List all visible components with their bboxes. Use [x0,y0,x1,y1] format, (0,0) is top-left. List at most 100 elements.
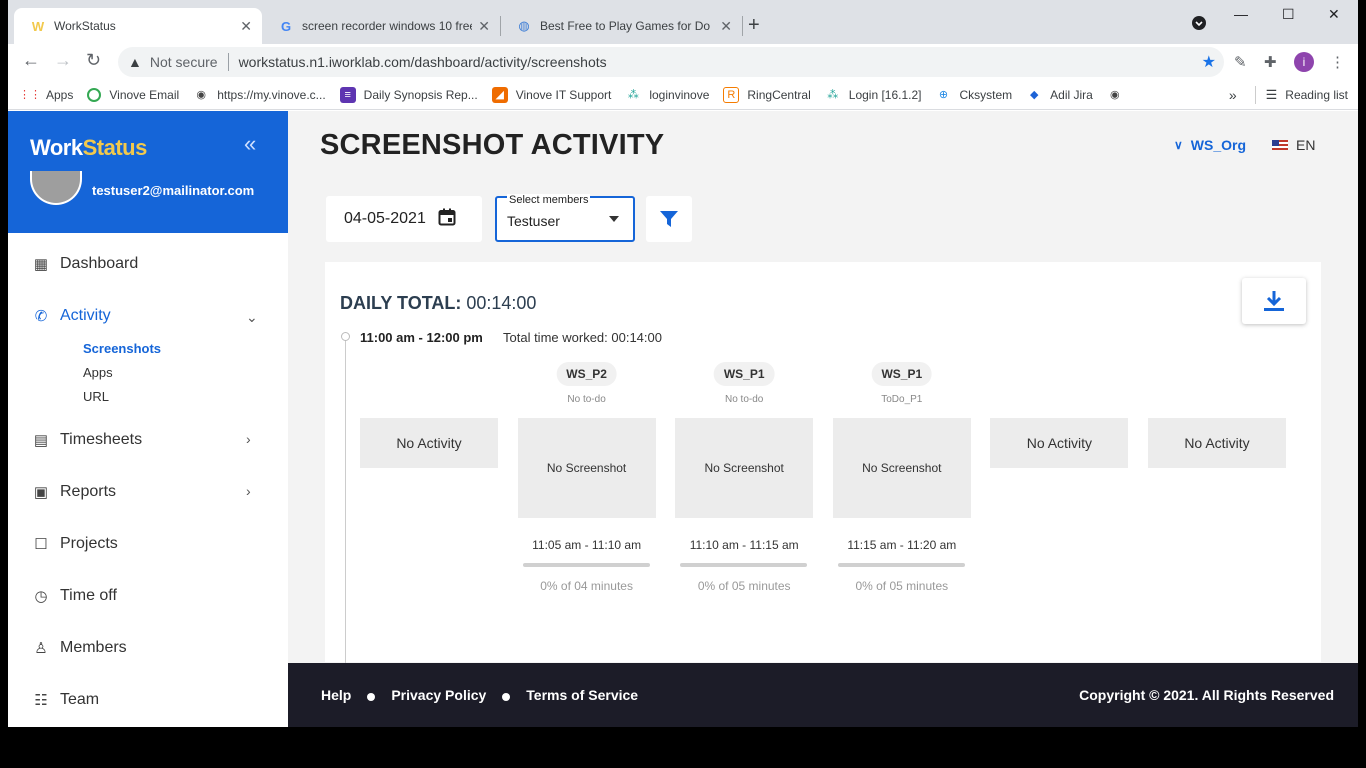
bookmarks-right: » ☰ Reading list [1229,85,1348,104]
bookmark-star-icon[interactable]: ★ [1202,52,1216,72]
bookmark-adil-jira[interactable]: ◆ Adil Jira [1026,87,1093,103]
date-picker[interactable]: 04-05-2021 [326,196,482,242]
sidebar-item-members[interactable]: ♙ Members [32,639,126,657]
members-select[interactable]: Select members Testuser [495,194,635,242]
warning-icon[interactable]: ▲ [128,54,142,70]
browser-toolbar: ← → ↻ ▲ Not secure workstatus.n1.iworkla… [8,44,1358,80]
forward-icon[interactable]: → [54,50,72,71]
menu-icon[interactable]: ⋮ [1330,53,1345,71]
collapse-sidebar-icon[interactable]: « [244,131,256,157]
sidebar-item-time-off[interactable]: ◷ Time off [32,587,116,605]
calendar-icon[interactable] [438,208,456,231]
activity-percent: 0% of 05 minutes [855,579,949,593]
todo-label: No to-do [725,394,764,405]
sidebar-item-label: Timesheets [60,431,143,448]
chevron-down-icon[interactable]: ⌄ [246,309,258,326]
address-bar[interactable]: ▲ Not secure workstatus.n1.iworklab.com/… [118,47,1224,77]
daily-total: DAILY TOTAL: 00:14:00 [340,293,536,314]
org-selector[interactable]: ∨ WS_Org [1174,137,1246,153]
bookmark-label: Cksystem [959,87,1013,102]
logo-status: Status [82,135,148,160]
project-chip: WS_P2 [556,362,617,386]
tab-label: WorkStatus [54,19,116,33]
download-button[interactable] [1242,278,1306,324]
bookmark-label: Adil Jira [1050,87,1093,102]
tab-workstatus[interactable]: W WorkStatus ✕ [14,8,262,44]
filter-button[interactable] [646,196,692,242]
bookmark-my-vinove[interactable]: ◉ https://my.vinove.c... [193,87,325,103]
sidebar-item-dashboard[interactable]: ▦ Dashboard [32,255,138,273]
close-tab-icon[interactable]: ✕ [478,18,490,35]
sidebar-item-reports[interactable]: ▣ Reports [32,483,116,501]
avatar[interactable] [30,171,82,205]
login-icon: ⁂ [827,89,839,101]
workstatus-logo[interactable]: WorkStatus [30,135,147,161]
sidebar-subitem-url[interactable]: URL [83,389,109,404]
jira-icon: ◆ [1029,89,1039,101]
footer-help-link[interactable]: Help [321,687,351,703]
bookmark-vinove-email[interactable]: Vinove Email [87,87,179,102]
activity-progress-bar [837,563,965,567]
sidebar-subitem-apps[interactable]: Apps [83,365,113,380]
bookmark-apps[interactable]: ⋮⋮ Apps [19,87,74,103]
maximize-icon[interactable]: ☐ [1282,6,1295,23]
bookmark-cksystem[interactable]: ⊕ Cksystem [936,87,1013,103]
sidebar-item-team[interactable]: ☷ Team [32,691,99,709]
chevron-right-icon[interactable]: › [246,483,251,499]
us-flag-icon [1272,140,1288,150]
tab-search-icon[interactable] [1192,16,1206,33]
login-icon: ⁂ [627,89,639,101]
profile-avatar[interactable]: i [1294,52,1314,72]
bookmark-it-support[interactable]: ◢ Vinove IT Support [491,86,611,103]
screen: W WorkStatus ✕ G screen recorder windows… [0,0,1366,768]
minimize-icon[interactable]: — [1234,6,1248,22]
activity-percent: 0% of 04 minutes [540,579,633,593]
project-chip: WS_P1 [871,362,933,386]
email-icon [87,87,102,102]
bookmark-loginvinove[interactable]: ⁂ loginvinove [625,87,710,103]
new-tab-icon[interactable]: + [748,14,760,37]
language-selector[interactable]: EN [1272,137,1315,153]
screenshot-placeholder[interactable]: No Screenshot [832,418,971,518]
security-status[interactable]: Not secure [150,54,218,70]
bookmark-label: Apps [46,87,74,102]
bookmark-ringcentral[interactable]: R RingCentral [723,86,811,103]
sidebar-subitem-screenshots[interactable]: Screenshots [83,341,161,356]
tab-screen-recorder[interactable]: G screen recorder windows 10 free ✕ [262,8,500,44]
sidebar-item-timesheets[interactable]: ▤ Timesheets [32,431,142,449]
screenshot-placeholder[interactable]: No Screenshot [675,418,814,518]
bookmark-login-16[interactable]: ⁂ Login [16.1.2] [825,87,922,103]
hour-range: 11:00 am - 12:00 pm [360,330,483,345]
members-select-label: Select members [507,194,591,206]
eyedropper-extension-icon[interactable]: ✎ [1234,53,1247,71]
footer-privacy-link[interactable]: Privacy Policy [391,687,486,703]
support-icon: ◢ [491,86,508,103]
reports-icon: ▣ [33,484,49,501]
screenshot-placeholder[interactable]: No Screenshot [517,418,656,518]
bookmark-label: Login [16.1.2] [848,87,922,102]
todo-label: No to-do [567,394,606,405]
bookmark-daily-synopsis[interactable]: ≡ Daily Synopsis Rep... [339,86,478,103]
timeline-dot [341,332,350,341]
org-name: WS_Org [1190,137,1247,153]
dashboard-icon: ▦ [33,256,49,273]
reading-list[interactable]: Reading list [1285,88,1348,102]
slot-time-range: 11:05 am - 11:10 am [532,538,642,552]
daily-total-value: 00:14:00 [466,293,537,313]
reload-icon[interactable]: ↻ [86,50,101,71]
daily-total-label: DAILY TOTAL: [340,293,462,313]
sidebar-item-activity[interactable]: ✆ Activity [32,307,111,325]
extensions-icon[interactable]: ✚ [1264,53,1277,71]
close-tab-icon[interactable]: ✕ [720,18,732,35]
sidebar-item-projects[interactable]: ☐ Projects [32,535,118,553]
close-tab-icon[interactable]: ✕ [240,18,252,35]
chevron-right-icon[interactable]: › [246,431,251,447]
footer-terms-link[interactable]: Terms of Service [526,687,638,703]
more-bookmarks-icon[interactable]: » [1229,87,1237,103]
close-window-icon[interactable]: ✕ [1328,6,1340,23]
bookmark-globe[interactable]: ◉ [1107,87,1131,103]
url-text[interactable]: workstatus.n1.iworklab.com/dashboard/act… [239,54,607,70]
back-icon[interactable]: ← [22,50,40,71]
sidebar-item-label: Reports [60,483,117,500]
tab-games[interactable]: ◍ Best Free to Play Games for Dow ✕ [500,8,742,44]
